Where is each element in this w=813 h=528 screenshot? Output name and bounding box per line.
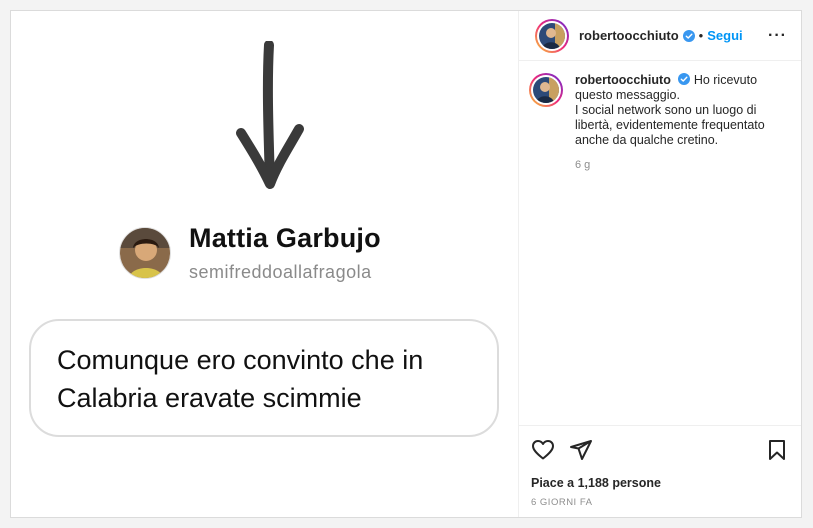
header-username[interactable]: robertoocchiuto — [579, 28, 679, 43]
separator-dot: • — [698, 28, 704, 43]
post-header: robertoocchiuto • Segui ··· — [519, 11, 801, 61]
caption-timestamp: 6 g — [575, 159, 591, 171]
sender-avatar — [119, 227, 171, 279]
follow-button[interactable]: Segui — [707, 28, 742, 43]
heart-icon[interactable] — [531, 438, 555, 462]
caption-text: robertoocchiuto Ho ricevuto questo messa… — [575, 73, 785, 148]
likes-count[interactable]: Piace a 1,188 persone — [531, 476, 789, 490]
caption-avatar[interactable] — [529, 73, 563, 107]
arrow-down-icon — [236, 41, 304, 189]
caption-line-2: I social network sono un luogo di libert… — [575, 103, 765, 147]
sender-handle: semifreddoallafragola — [189, 262, 372, 282]
post-actions: Piace a 1,188 persone 6 GIORNI FA — [519, 425, 801, 517]
caption-username[interactable]: robertoocchiuto — [575, 73, 671, 87]
bookmark-icon[interactable] — [765, 438, 789, 462]
sender-name: Mattia Garbujo — [189, 223, 381, 253]
post-sidebar: robertoocchiuto • Segui ··· robertoocchi… — [519, 11, 801, 517]
share-icon[interactable] — [569, 438, 593, 462]
post-image[interactable]: Mattia Garbujo semifreddoallafragola Com… — [11, 11, 519, 517]
verified-badge-icon — [682, 29, 695, 42]
instagram-post: Mattia Garbujo semifreddoallafragola Com… — [10, 10, 802, 518]
post-date: 6 GIORNI FA — [531, 497, 593, 508]
verified-badge-icon — [678, 73, 691, 85]
more-options-icon[interactable]: ··· — [768, 27, 787, 45]
post-caption: robertoocchiuto Ho ricevuto questo messa… — [519, 61, 801, 173]
dm-sender: Mattia Garbujo semifreddoallafragola — [119, 223, 381, 283]
profile-avatar[interactable] — [535, 18, 569, 53]
message-bubble: Comunque ero convinto che in Calabria er… — [29, 319, 499, 437]
